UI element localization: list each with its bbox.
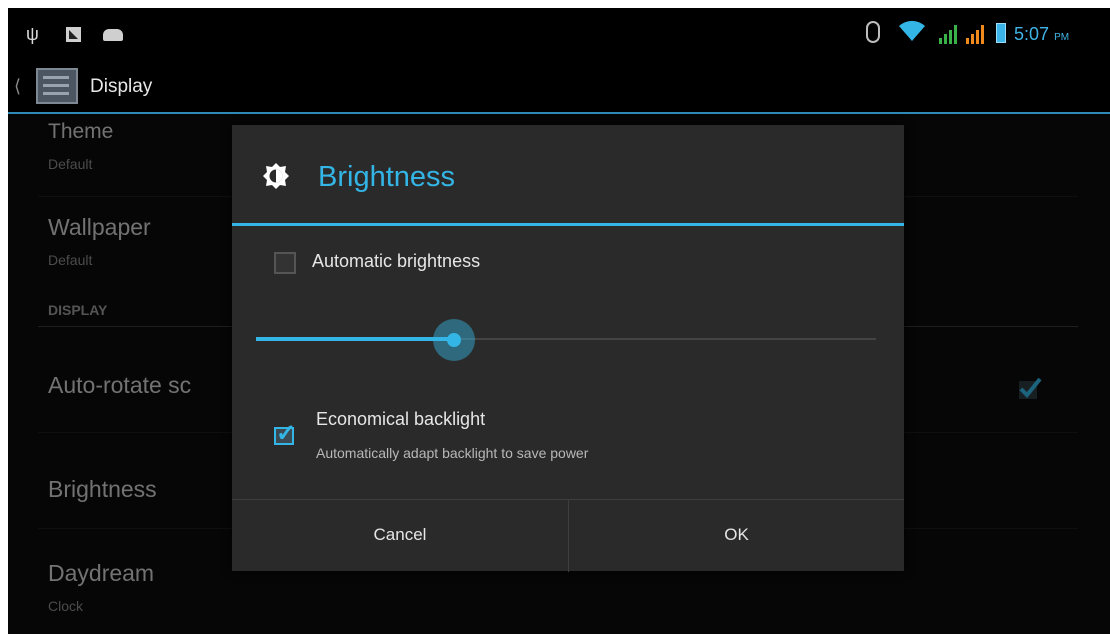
notification-icon [66, 27, 81, 42]
bluetooth-icon [866, 21, 880, 43]
economical-backlight-label: Economical backlight [316, 409, 486, 429]
status-clock: 5:07 PM [1014, 24, 1070, 44]
slider-thumb[interactable] [433, 319, 476, 361]
ok-button[interactable]: OK [569, 500, 904, 572]
dialog-button-bar: Cancel OK [232, 499, 904, 572]
automatic-brightness-label: Automatic brightness [312, 251, 481, 271]
economical-backlight-summary: Automatically adapt backlight to save po… [316, 445, 589, 461]
economical-backlight-checkbox[interactable]: ✓ [272, 420, 298, 447]
dialog-title-divider [232, 223, 904, 226]
dialog-header: Brightness [232, 125, 904, 225]
signal-icon [939, 25, 957, 44]
chevron-left-icon[interactable]: ⟨ [14, 76, 21, 97]
brightness-icon [263, 163, 289, 189]
notification-icon [103, 29, 123, 41]
brightness-dialog: Brightness Automatic brightness ✓ Econom… [232, 125, 904, 572]
wifi-icon [899, 20, 925, 41]
battery-icon [996, 23, 1006, 43]
display-settings-icon[interactable] [36, 68, 78, 104]
cancel-button[interactable]: Cancel [232, 500, 568, 572]
signal-icon [966, 25, 984, 44]
screen-title: Display [90, 76, 153, 97]
status-bar: ψ 5:07 PM [8, 8, 1110, 60]
dialog-title: Brightness [318, 161, 456, 193]
automatic-brightness-checkbox[interactable] [274, 252, 296, 274]
usb-icon: ψ [26, 24, 39, 44]
action-bar: ⟨ Display [8, 60, 1110, 114]
slider-fill [256, 337, 455, 341]
android-screen: ψ 5:07 PM ⟨ Display Theme Default Wallpa… [8, 8, 1110, 634]
economical-backlight-row[interactable]: ✓ Economical backlight Automatically ada… [268, 407, 888, 477]
checkmark-icon: ✓ [276, 420, 297, 447]
brightness-slider[interactable] [256, 319, 876, 361]
